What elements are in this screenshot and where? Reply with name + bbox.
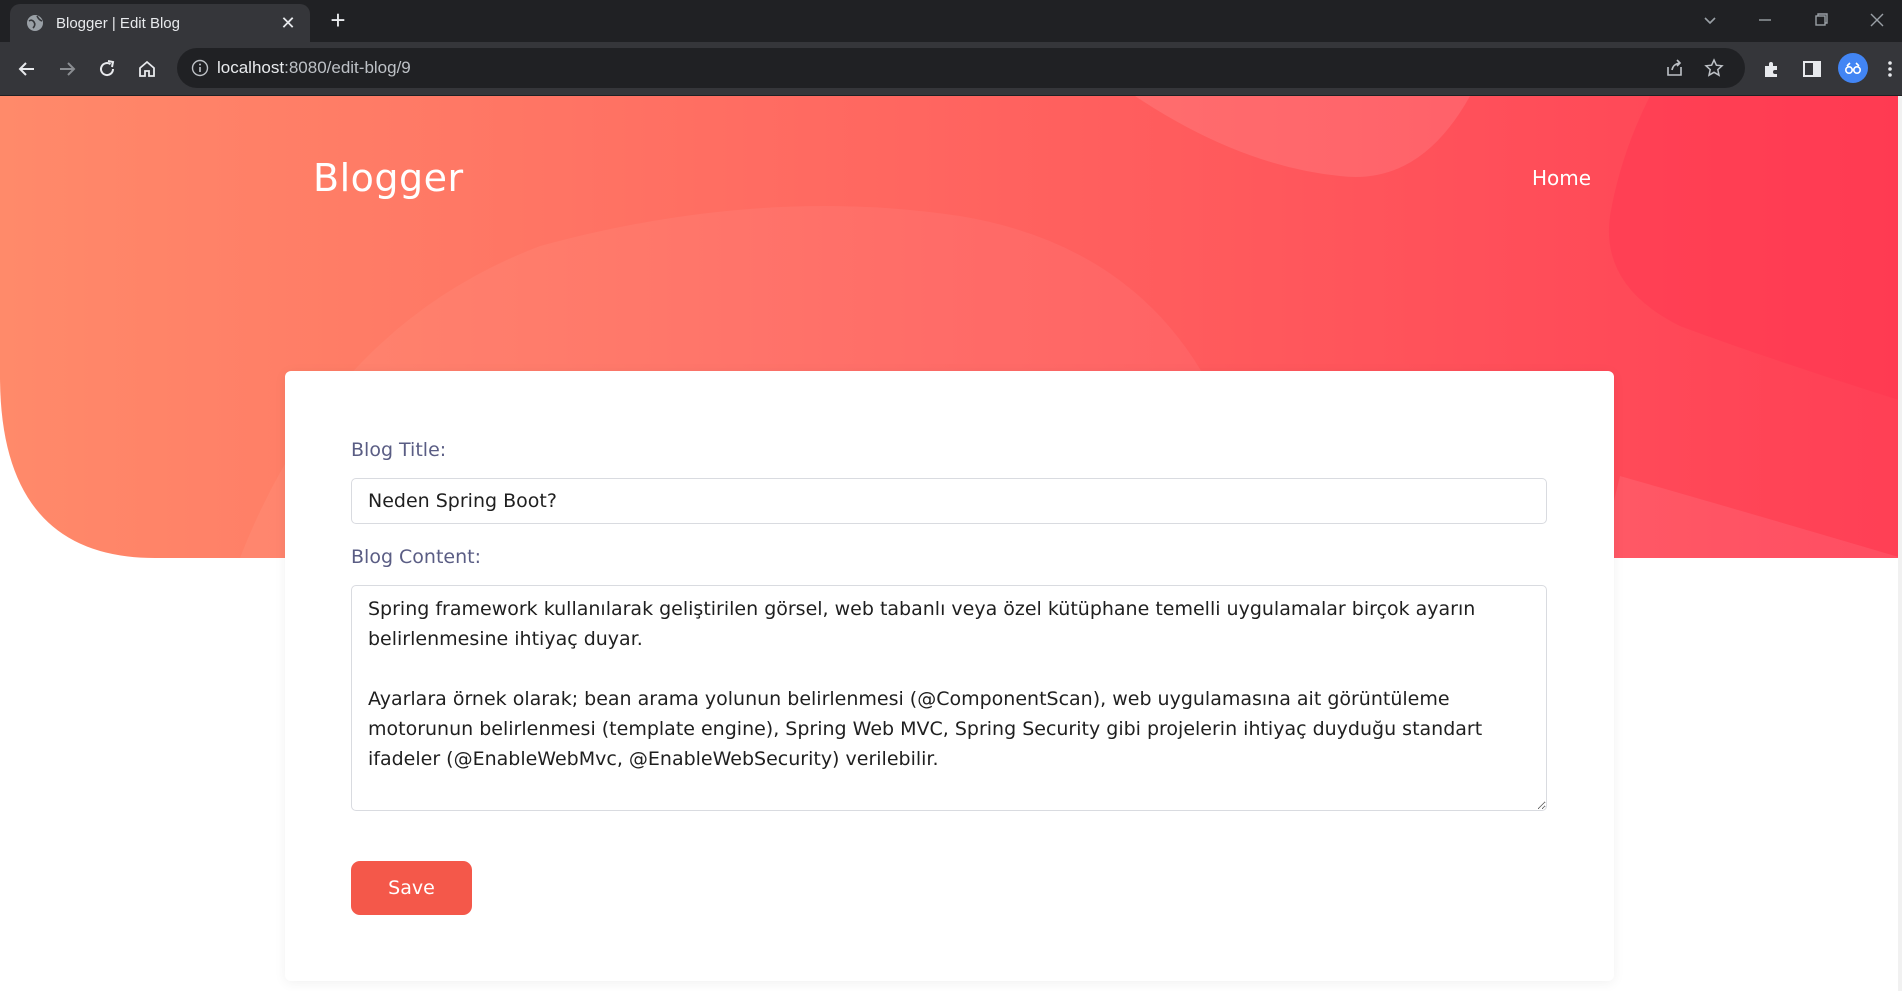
avatar-icon bbox=[1844, 62, 1862, 75]
share-icon[interactable] bbox=[1664, 57, 1686, 79]
new-tab-plus-icon[interactable]: + bbox=[325, 7, 351, 34]
menu-dots-icon[interactable] bbox=[1878, 57, 1902, 81]
browser-toolbar: localhost:8080/edit-blog/9 bbox=[0, 42, 1902, 96]
back-arrow-icon[interactable] bbox=[15, 57, 39, 81]
site-info-icon[interactable] bbox=[191, 59, 209, 77]
side-panel-icon[interactable] bbox=[1800, 57, 1824, 81]
page-scrollbar[interactable] bbox=[1898, 96, 1902, 991]
forward-arrow-icon[interactable] bbox=[55, 57, 79, 81]
tab-title: Blogger | Edit Blog bbox=[56, 14, 180, 32]
reload-icon[interactable] bbox=[95, 57, 119, 81]
nav-home-link[interactable]: Home bbox=[1532, 166, 1591, 190]
blog-content-label: Blog Content: bbox=[351, 546, 482, 568]
blog-content-textarea[interactable]: Spring framework kullanılarak geliştiril… bbox=[351, 585, 1547, 811]
url-text[interactable]: localhost:8080/edit-blog/9 bbox=[217, 58, 411, 78]
restore-icon[interactable] bbox=[1809, 8, 1833, 32]
blog-title-input[interactable] bbox=[351, 478, 1547, 524]
browser-tab-strip: Blogger | Edit Blog ✕ + bbox=[0, 0, 1902, 42]
close-icon[interactable]: ✕ bbox=[278, 13, 298, 34]
bookmark-star-icon[interactable] bbox=[1703, 57, 1725, 79]
home-icon[interactable] bbox=[135, 57, 159, 81]
globe-icon bbox=[27, 15, 43, 31]
minimize-icon[interactable] bbox=[1753, 8, 1777, 32]
window-close-icon[interactable] bbox=[1865, 8, 1889, 32]
blog-title-label: Blog Title: bbox=[351, 439, 447, 461]
extensions-puzzle-icon[interactable] bbox=[1760, 57, 1784, 81]
browser-tab-active[interactable]: Blogger | Edit Blog ✕ bbox=[10, 4, 310, 42]
tab-search-chevron-icon[interactable] bbox=[1698, 8, 1722, 32]
site-brand[interactable]: Blogger bbox=[313, 156, 464, 200]
address-bar[interactable]: localhost:8080/edit-blog/9 bbox=[177, 48, 1745, 88]
profile-avatar[interactable] bbox=[1838, 53, 1868, 83]
save-button[interactable]: Save bbox=[351, 861, 472, 915]
edit-blog-form-card: Blog Title: Blog Content: Spring framewo… bbox=[285, 371, 1614, 981]
